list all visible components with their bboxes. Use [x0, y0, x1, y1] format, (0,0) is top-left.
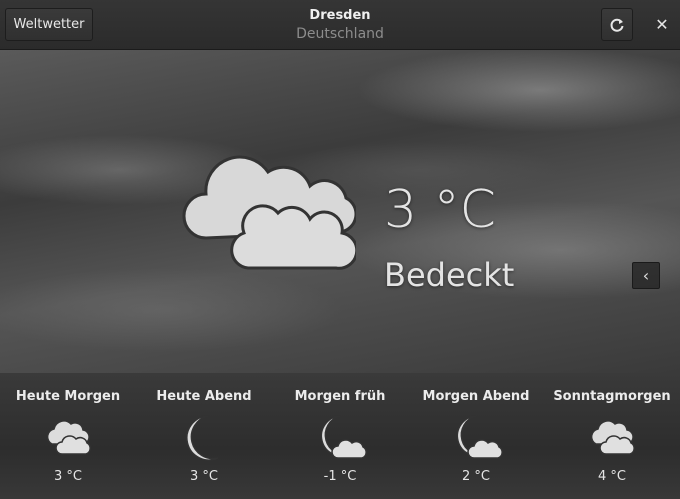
forecast-item: Heute Abend 3 °C: [136, 373, 272, 486]
overcast-clouds-icon: [182, 155, 356, 270]
forecast-label: Morgen Abend: [422, 389, 530, 404]
clouds-icon: [590, 420, 635, 455]
current-condition: Bedeckt: [384, 256, 515, 294]
forecast-label: Heute Abend: [156, 389, 252, 404]
crescent-moon-icon: [186, 415, 219, 461]
moon-clouds-icon: [320, 415, 367, 459]
forecast-temperature: 4 °C: [598, 469, 626, 484]
forecast-strip: Heute Morgen 3 °C Heute Abend 3 °C Morge…: [0, 373, 680, 499]
clouds-icon: [46, 420, 91, 455]
forecast-item: Heute Morgen 3 °C: [0, 373, 136, 486]
forecast-temperature: 3 °C: [190, 469, 218, 484]
title-bar: Weltwetter Dresden Deutschland ✕: [0, 0, 680, 50]
forecast-item: Morgen früh -1 °C: [272, 373, 408, 486]
close-icon: ✕: [655, 14, 669, 34]
refresh-icon: [610, 18, 624, 32]
forecast-label: Heute Morgen: [15, 389, 121, 404]
world-weather-button[interactable]: Weltwetter: [5, 8, 93, 41]
chevron-left-icon: ‹: [642, 266, 650, 285]
forecast-temperature: 2 °C: [462, 469, 490, 484]
close-button[interactable]: ✕: [648, 10, 676, 38]
location-title: Dresden Deutschland: [240, 6, 440, 44]
country-name: Deutschland: [296, 26, 384, 42]
forecast-label: Sonntagmorgen: [553, 389, 671, 404]
forecast-item: Morgen Abend 2 °C: [408, 373, 544, 486]
show-details-button[interactable]: ‹: [632, 262, 660, 289]
forecast-temperature: -1 °C: [323, 469, 357, 484]
forecast-item: Sonntagmorgen 4 °C: [544, 373, 680, 486]
city-name: Dresden: [309, 8, 371, 23]
moon-clouds-icon: [456, 415, 503, 459]
forecast-label: Morgen früh: [294, 389, 386, 404]
weather-background: 3 °C Bedeckt ‹: [0, 50, 680, 373]
refresh-button[interactable]: [601, 8, 633, 41]
current-temperature: 3 °C: [384, 180, 496, 240]
forecast-temperature: 3 °C: [54, 469, 82, 484]
